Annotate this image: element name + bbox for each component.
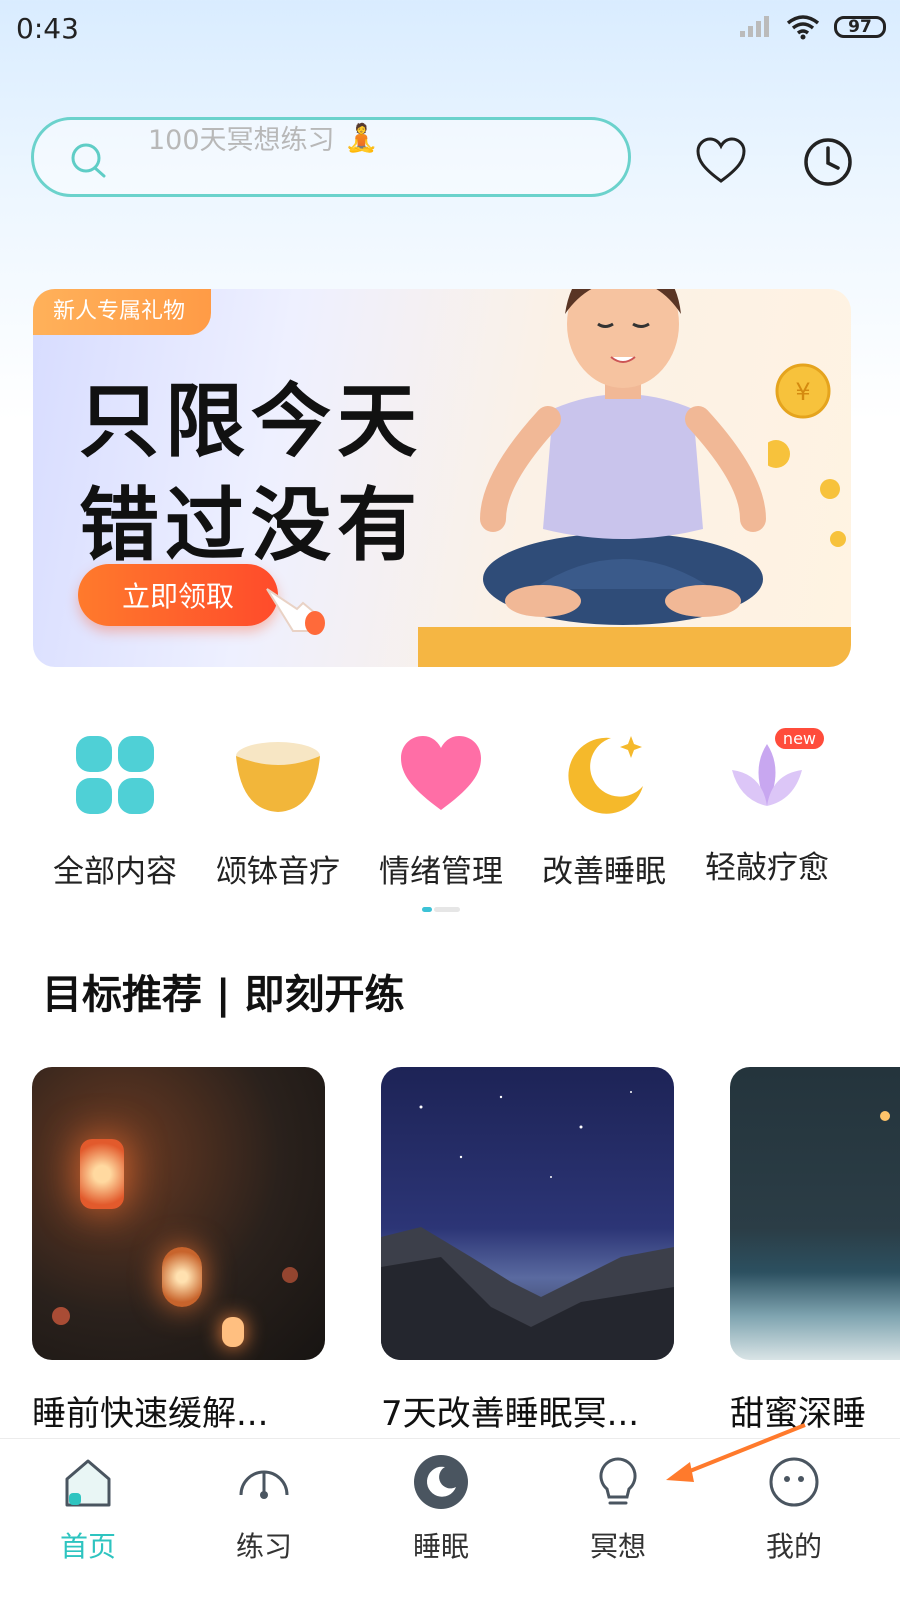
lightbulb-icon: [599, 1457, 637, 1505]
claim-button[interactable]: 立即领取: [78, 564, 278, 626]
meditation-emoji: 🧘: [344, 122, 379, 154]
search-bar[interactable]: 100天冥想练习 🧘: [31, 117, 631, 197]
singing-bowl-icon: [236, 742, 320, 812]
category-sleep[interactable]: 改善睡眠: [524, 730, 684, 891]
banner-headline-1: 只限今天: [79, 375, 423, 468]
mountains-illustration: [381, 1091, 674, 1360]
orange-arrow-annotation: [666, 1423, 806, 1482]
nav-label: 练习: [235, 1530, 292, 1563]
history-clock-icon[interactable]: [802, 136, 854, 188]
course-card[interactable]: 7天改善睡眠冥...: [381, 1067, 674, 1435]
nav-label: 首页: [59, 1530, 116, 1563]
sleep-moon-icon: [414, 1455, 468, 1509]
category-tapping[interactable]: new 轻敲疗愈: [687, 728, 847, 887]
promo-banner[interactable]: 新人专属礼物 只限今天 错过没有 立即领取 ¥: [33, 289, 851, 667]
banner-tag: 新人专属礼物: [33, 289, 212, 335]
section-title: 目标推荐 | 即刻开练: [42, 972, 405, 1018]
card-title: 7天改善睡眠冥...: [381, 1394, 640, 1434]
search-placeholder: 100天冥想练习 🧘: [148, 118, 378, 157]
heart-icon: [401, 736, 481, 810]
gold-coins-illustration: ¥: [768, 363, 846, 547]
category-label: 情绪管理: [379, 854, 503, 890]
lotus-icon-wrapper: new: [722, 728, 824, 820]
page-indicator: [422, 907, 460, 912]
course-card[interactable]: 甜蜜深睡: [730, 1067, 900, 1435]
home-icon: [65, 1459, 111, 1507]
nav-label: 我的: [765, 1530, 822, 1563]
signal-icon: [740, 16, 769, 37]
nav-sleep[interactable]: 睡眠: [381, 1453, 501, 1565]
category-label: 轻敲疗愈: [705, 850, 829, 886]
favorite-heart-icon[interactable]: [695, 136, 747, 188]
category-singing-bowl[interactable]: 颂钵音疗: [198, 730, 358, 891]
category-all-content[interactable]: 全部内容: [35, 730, 195, 891]
card-image-lights: [32, 1067, 325, 1360]
category-emotion[interactable]: 情绪管理: [361, 730, 521, 891]
banner-headline-2: 错过没有: [79, 479, 423, 572]
new-badge: new: [774, 728, 824, 749]
card-image-ocean: [730, 1067, 900, 1360]
category-label: 颂钵音疗: [216, 854, 340, 890]
search-placeholder-text: 100天冥想练习: [148, 125, 335, 156]
four-petal-icon: [76, 736, 154, 814]
page-dot: [434, 907, 460, 912]
card-title: 睡前快速缓解...: [32, 1394, 269, 1434]
course-card[interactable]: 睡前快速缓解...: [32, 1067, 325, 1435]
wifi-icon: [786, 15, 820, 40]
nav-home[interactable]: 首页: [28, 1453, 148, 1565]
nav-label: 冥想: [589, 1530, 646, 1563]
status-time: 0:43: [16, 12, 79, 45]
status-icons: 97: [738, 14, 886, 40]
battery-indicator: 97: [834, 16, 886, 38]
pointing-hand-icon: [266, 588, 325, 635]
card-image-night-sky: [381, 1067, 674, 1360]
svg-text:¥: ¥: [795, 378, 810, 406]
moon-icon: [568, 736, 643, 814]
nav-practice[interactable]: 练习: [204, 1453, 324, 1565]
nav-label: 睡眠: [412, 1530, 469, 1563]
page-dot-active: [422, 907, 432, 912]
gauge-icon: [239, 1470, 289, 1499]
category-label: 全部内容: [53, 854, 177, 890]
category-label: 改善睡眠: [542, 854, 666, 890]
search-icon: [71, 143, 106, 178]
